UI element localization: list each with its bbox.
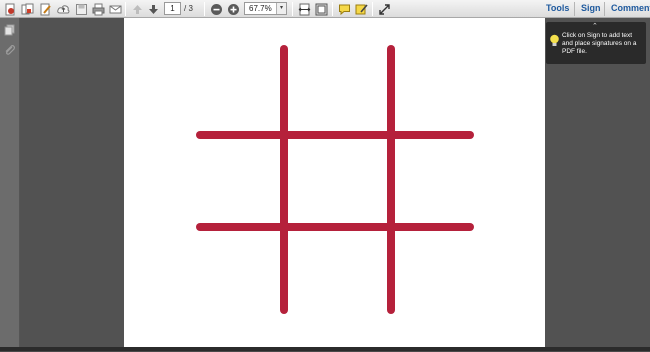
status-strip — [0, 347, 650, 351]
email-icon[interactable] — [107, 1, 123, 17]
zoom-level-select[interactable]: 67.7% ▾ — [244, 2, 287, 15]
page-total-label: / 3 — [184, 4, 193, 13]
chevron-down-icon[interactable]: ▾ — [276, 3, 286, 14]
comment-icon[interactable] — [336, 1, 352, 17]
zoom-level-value: 67.7% — [249, 4, 272, 13]
combine-files-icon[interactable] — [19, 1, 35, 17]
next-page-icon[interactable] — [145, 1, 161, 17]
cloud-upload-icon[interactable] — [55, 1, 71, 17]
edit-icon[interactable] — [37, 1, 53, 17]
zoom-in-icon[interactable] — [225, 1, 241, 17]
highlight-icon[interactable] — [353, 1, 369, 17]
page-number-input[interactable]: 1 — [164, 2, 181, 15]
fullscreen-icon[interactable] — [376, 1, 392, 17]
collapse-caret-icon[interactable]: ⌃ — [592, 23, 598, 31]
create-pdf-icon[interactable] — [2, 1, 18, 17]
lightbulb-icon — [549, 34, 560, 48]
navigation-panel — [0, 18, 20, 351]
sign-link[interactable]: Sign — [581, 0, 601, 18]
tic-tac-toe-grid — [196, 45, 474, 314]
fit-width-icon[interactable] — [296, 1, 312, 17]
pdf-page — [124, 18, 545, 347]
zoom-out-icon[interactable] — [208, 1, 224, 17]
previous-page-icon[interactable] — [129, 1, 145, 17]
fit-page-icon[interactable] — [313, 1, 329, 17]
page-thumbnails-icon[interactable] — [3, 24, 16, 37]
sign-tip-text: Click on Sign to add text and place sign… — [562, 32, 637, 55]
sign-tip-callout: ⌃ Click on Sign to add text and place si… — [546, 22, 646, 64]
tools-link[interactable]: Tools — [546, 0, 569, 18]
main-toolbar: 1 / 3 67.7% ▾ Tools Sign Comment — [0, 0, 650, 18]
attachments-icon[interactable] — [3, 44, 16, 57]
save-icon[interactable] — [73, 1, 89, 17]
comment-link[interactable]: Comment — [611, 0, 650, 18]
print-icon[interactable] — [90, 1, 106, 17]
